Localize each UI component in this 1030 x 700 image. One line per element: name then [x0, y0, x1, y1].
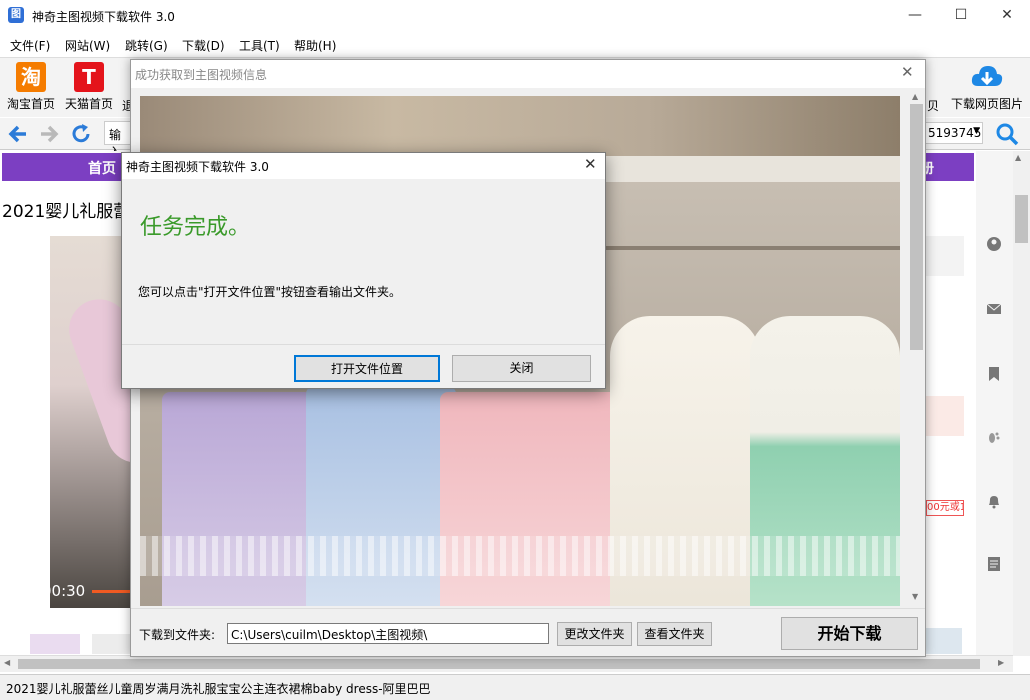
taobao-home-button[interactable]: 淘 淘宝首页 — [4, 60, 58, 112]
main-horizontal-scrollbar[interactable]: ◀ ▶ — [0, 655, 1013, 672]
mail-icon[interactable] — [986, 302, 1002, 318]
maximize-button[interactable]: ☐ — [938, 0, 984, 32]
menu-goto[interactable]: 跳转(G) — [125, 37, 168, 54]
footprint-icon[interactable] — [986, 430, 1002, 446]
video-time: 00:30 — [42, 582, 86, 600]
task-complete-dialog: 神奇主图视频下载软件 3.0 ✕ 任务完成。 您可以点击"打开文件位置"按钮查看… — [121, 152, 606, 389]
scroll-right-arrow-icon[interactable]: ▶ — [998, 658, 1004, 667]
search-icon[interactable] — [995, 122, 1019, 146]
side-block — [926, 236, 964, 276]
menu-website[interactable]: 网站(W) — [65, 37, 110, 54]
download-page-images-label: 下载网页图片 — [950, 97, 1023, 111]
start-download-button[interactable]: 开始下载 — [781, 617, 918, 650]
scroll-down-arrow-icon[interactable]: ▼ — [912, 592, 918, 601]
user-icon[interactable] — [986, 236, 1002, 252]
bell-icon[interactable] — [986, 493, 1002, 509]
preview-title: 成功获取到主图视频信息 — [135, 68, 268, 82]
taobao-label: 淘宝首页 — [6, 97, 55, 111]
dialog-close-button[interactable]: 关闭 — [452, 355, 591, 382]
preview-vertical-scrollbar[interactable]: ▲ ▼ — [908, 88, 925, 608]
menu-bar: 文件(F) 网站(W) 跳转(G) 下载(D) 工具(T) 帮助(H) — [0, 33, 1030, 55]
thumbnail[interactable] — [30, 634, 80, 654]
address-input[interactable]: 输入 — [104, 121, 132, 159]
dialog-title: 神奇主图视频下载软件 3.0 — [126, 160, 269, 174]
menu-tools[interactable]: 工具(T) — [239, 37, 280, 54]
dialog-footer: 打开文件位置 关闭 — [122, 344, 605, 388]
price-badge: 00元或1 — [926, 500, 964, 516]
preview-title-bar: 成功获取到主图视频信息 ✕ — [131, 60, 925, 88]
main-vertical-scrollbar[interactable]: ▲ — [1013, 151, 1030, 656]
folder-label: 下载到文件夹: — [139, 628, 216, 642]
lace-trim — [140, 536, 900, 576]
shop-background — [140, 96, 900, 156]
change-folder-button[interactable]: 更改文件夹 — [557, 622, 632, 646]
webpage-side-toolbar — [976, 151, 1013, 656]
menu-help[interactable]: 帮助(H) — [294, 37, 336, 54]
toolbar-partial-label-right: 贝 — [927, 99, 940, 113]
dialog-message: 您可以点击"打开文件位置"按钮查看输出文件夹。 — [138, 285, 402, 299]
dialog-heading: 任务完成。 — [140, 215, 251, 240]
download-page-images-button[interactable]: 下载网页图片 — [948, 60, 1026, 112]
tmall-home-button[interactable]: T 天猫首页 — [62, 60, 116, 112]
menu-download[interactable]: 下载(D) — [182, 37, 225, 54]
forward-arrow-icon[interactable] — [37, 122, 61, 146]
dialog-body: 任务完成。 您可以点击"打开文件位置"按钮查看输出文件夹。 — [122, 179, 605, 345]
horizontal-scrollbar-thumb[interactable] — [18, 659, 980, 669]
chevron-down-icon: ▼ — [973, 126, 980, 136]
bookmark-icon[interactable] — [986, 366, 1002, 382]
minimize-button[interactable]: — — [892, 0, 938, 32]
tmall-label: 天猫首页 — [64, 97, 113, 111]
status-bar: 2021婴儿礼服蕾丝儿童周岁满月洗礼服宝宝公主连衣裙棉baby dress-阿里… — [0, 674, 1030, 700]
scrollbar-thumb[interactable] — [910, 104, 923, 350]
close-icon[interactable]: ✕ — [584, 155, 597, 173]
menu-file[interactable]: 文件(F) — [10, 37, 50, 54]
refresh-icon[interactable] — [69, 122, 93, 146]
scrollbar-thumb[interactable] — [1015, 195, 1028, 243]
dialog-title-bar: 神奇主图视频下载软件 3.0 ✕ — [122, 153, 605, 179]
thumbnail[interactable] — [92, 634, 130, 654]
main-window: 图 神奇主图视频下载软件 3.0 — ☐ ✕ 文件(F) 网站(W) 跳转(G)… — [0, 0, 1030, 700]
product-title: 2021婴儿礼服蕾 — [2, 202, 131, 222]
thumbnail[interactable] — [926, 628, 962, 654]
folder-path-input[interactable]: C:\Users\cuilm\Desktop\主图视频\ — [227, 623, 549, 644]
webpage-nav-home[interactable]: 首页 — [88, 158, 116, 178]
tmall-icon: T — [74, 62, 104, 92]
preview-bottom-bar: 下载到文件夹: C:\Users\cuilm\Desktop\主图视频\ 更改文… — [131, 608, 925, 656]
side-block — [926, 396, 964, 436]
cloud-download-icon — [970, 62, 1004, 92]
close-icon[interactable]: ✕ — [901, 63, 914, 81]
taobao-icon: 淘 — [16, 62, 46, 92]
scroll-left-arrow-icon[interactable]: ◀ — [4, 658, 10, 667]
product-video-player[interactable] — [50, 236, 132, 608]
window-title: 神奇主图视频下载软件 3.0 — [32, 10, 175, 24]
status-text: 2021婴儿礼服蕾丝儿童周岁满月洗礼服宝宝公主连衣裙棉baby dress-阿里… — [6, 682, 431, 696]
document-icon[interactable] — [986, 556, 1002, 572]
title-bar: 图 神奇主图视频下载软件 3.0 — ☐ ✕ — [0, 0, 1030, 32]
open-file-location-button[interactable]: 打开文件位置 — [294, 355, 440, 382]
app-icon: 图 — [8, 7, 24, 23]
scroll-up-arrow-icon[interactable]: ▲ — [912, 92, 918, 101]
item-id-select[interactable]: 5193745 ▼ — [925, 122, 983, 144]
video-progress-bar[interactable] — [92, 590, 132, 593]
scroll-up-arrow-icon[interactable]: ▲ — [1015, 153, 1021, 162]
close-button[interactable]: ✕ — [984, 0, 1030, 32]
view-folder-button[interactable]: 查看文件夹 — [637, 622, 712, 646]
play-icon[interactable]: ▶ — [8, 580, 22, 601]
back-arrow-icon[interactable] — [6, 122, 30, 146]
